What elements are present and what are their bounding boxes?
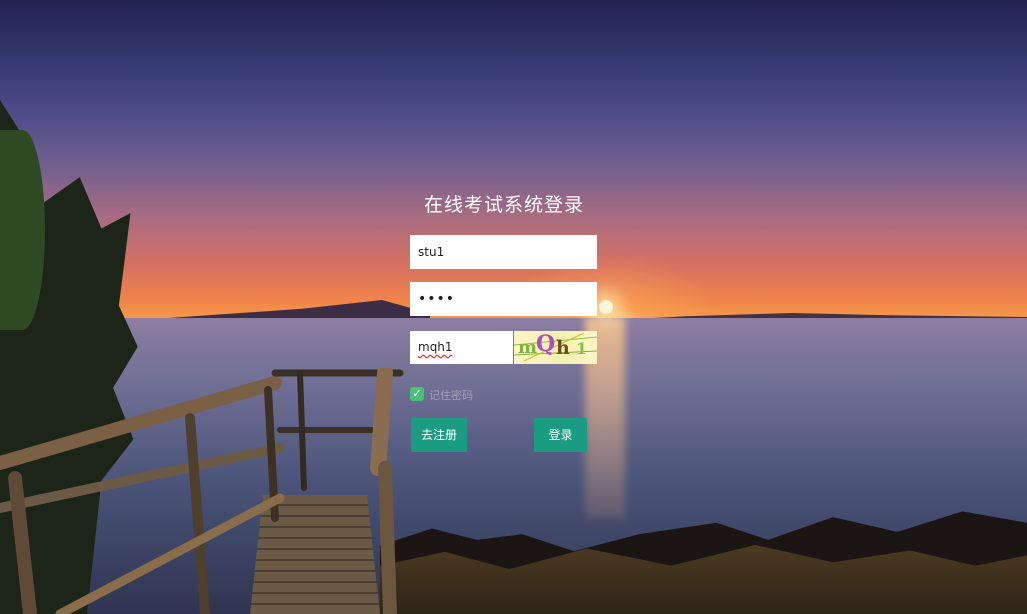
captcha-input[interactable]: mqh1 [410,331,513,364]
captcha-input-value: mqh1 [418,340,453,354]
captcha-char-3: h [556,337,570,359]
username-field[interactable] [410,235,597,269]
login-button[interactable]: 登录 [534,418,587,452]
captcha-char-4: 1 [576,339,588,358]
password-field[interactable] [410,282,597,316]
captcha-char-1: m [518,337,538,358]
foreground-leaf [0,130,45,330]
login-title: 在线考试系统登录 [423,194,584,216]
boardwalk-railing [0,368,404,614]
captcha-image[interactable]: m Q h 1 [514,331,597,364]
remember-checkbox[interactable]: ✓ [410,387,424,401]
sun [599,300,613,314]
register-button[interactable]: 去注册 [411,418,467,452]
captcha-char-2: Q [536,331,556,357]
captcha-row: mqh1 m Q h 1 [410,331,597,364]
remember-label: 记住密码 [429,389,473,402]
